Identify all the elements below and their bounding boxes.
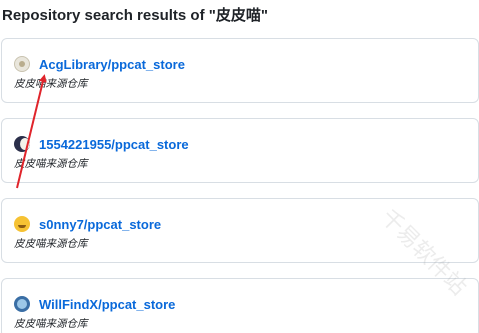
repo-row: 1554221955/ppcat_store [14, 135, 189, 153]
repo-link[interactable]: AcgLibrary/ppcat_store [39, 57, 185, 72]
avatar-smiley-icon[interactable] [14, 216, 30, 232]
repo-row: AcgLibrary/ppcat_store [14, 55, 185, 73]
result-card: 1554221955/ppcat_store 皮皮喵来源仓库 [1, 118, 479, 183]
repo-link[interactable]: WillFindX/ppcat_store [39, 297, 175, 312]
avatar-moon-icon[interactable] [14, 136, 30, 152]
result-card: AcgLibrary/ppcat_store 皮皮喵来源仓库 [1, 38, 479, 103]
page-title: Repository search results of "皮皮喵" [2, 7, 268, 24]
repo-description: 皮皮喵来源仓库 [14, 238, 88, 250]
repo-link[interactable]: s0nny7/ppcat_store [39, 217, 161, 232]
avatar-beige-icon[interactable] [14, 56, 30, 72]
repo-description: 皮皮喵来源仓库 [14, 318, 88, 330]
repo-row: WillFindX/ppcat_store [14, 295, 175, 313]
repo-description: 皮皮喵来源仓库 [14, 158, 88, 170]
repo-description: 皮皮喵来源仓库 [14, 78, 88, 90]
avatar-blue-icon[interactable] [14, 296, 30, 312]
search-results-page: Repository search results of "皮皮喵" AcgLi… [0, 0, 479, 333]
result-card: WillFindX/ppcat_store 皮皮喵来源仓库 [1, 278, 479, 333]
repo-row: s0nny7/ppcat_store [14, 215, 161, 233]
repo-link[interactable]: 1554221955/ppcat_store [39, 137, 189, 152]
